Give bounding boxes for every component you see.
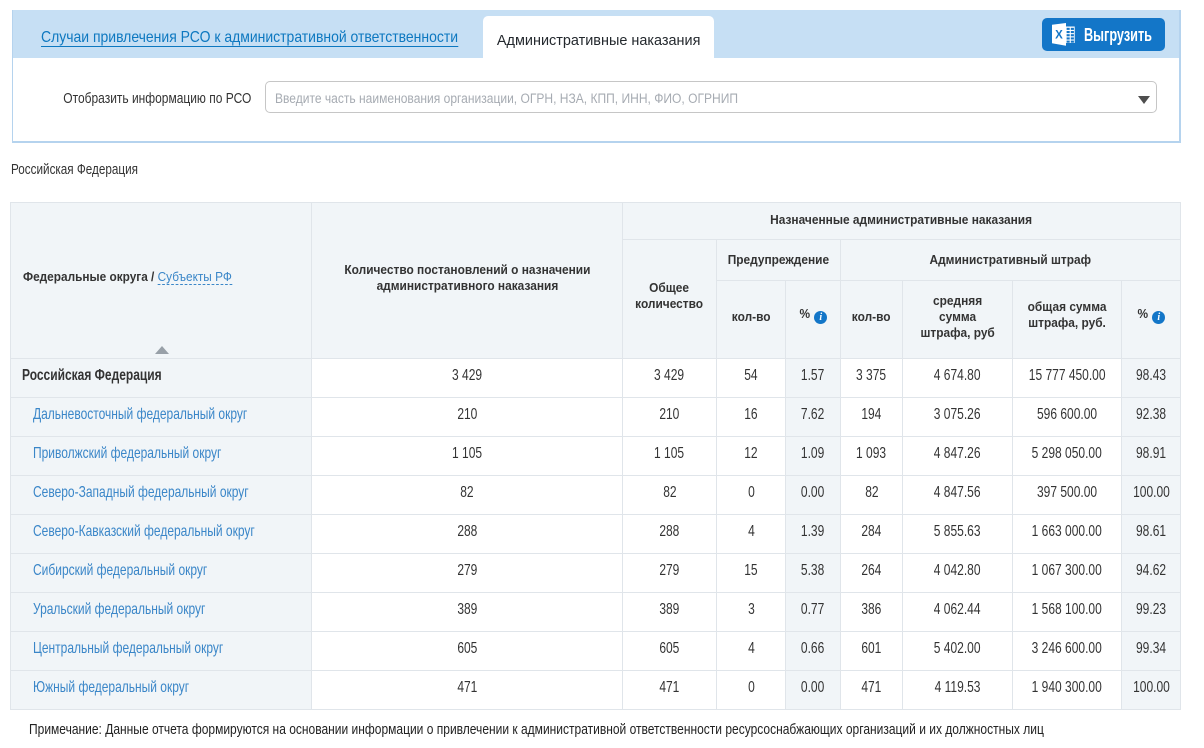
svg-text:X: X bbox=[1055, 29, 1063, 41]
